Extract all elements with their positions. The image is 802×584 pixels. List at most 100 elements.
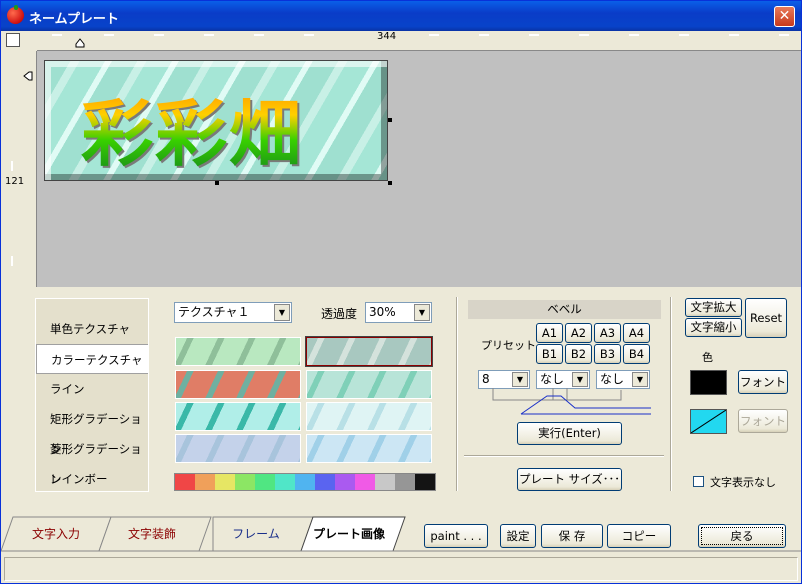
ruler-tick [779, 34, 789, 36]
save-button[interactable]: 保 存 [541, 524, 603, 548]
texture-swatch[interactable] [306, 434, 432, 463]
ruler-height-value: 121 [5, 176, 25, 187]
ruler-tick [304, 34, 314, 36]
opacity-select[interactable]: 30% ▼ [365, 302, 432, 323]
texture-select[interactable]: テクスチャ１ ▼ [174, 302, 292, 323]
bevel-style1-select[interactable]: なし ▼ [536, 370, 590, 389]
palette-color[interactable] [195, 474, 215, 490]
hide-text-checkbox[interactable] [693, 476, 704, 487]
diagonal-line-icon [690, 409, 727, 434]
execute-button[interactable]: 実行(Enter) [517, 422, 622, 445]
horizontal-ruler: 344 [37, 31, 801, 51]
tab-text-input[interactable]: 文字入力 [13, 517, 99, 551]
preset-button-a4[interactable]: A4 [623, 323, 650, 343]
copy-button[interactable]: コピー [607, 524, 671, 548]
ruler-marker-icon[interactable] [23, 71, 33, 81]
font-button-disabled: フォント [738, 409, 788, 433]
plate-size-button[interactable]: プレート サイズ･･･ [517, 468, 622, 491]
category-item-selected[interactable]: カラーテクスチャ [36, 344, 148, 374]
ruler-corner-toggle[interactable] [6, 33, 20, 47]
category-item[interactable]: 単色テクスチャ [36, 314, 148, 344]
resize-handle[interactable] [388, 181, 392, 185]
bevel-profile-graph [492, 388, 651, 415]
preview-canvas[interactable]: 彩彩畑 [37, 51, 801, 287]
texture-swatch[interactable] [306, 402, 432, 431]
separator [670, 297, 672, 491]
back-button[interactable]: 戻る [698, 524, 786, 548]
settings-button[interactable]: 設定 [500, 524, 536, 548]
palette-color[interactable] [355, 474, 375, 490]
ruler-tick [429, 34, 439, 36]
close-button[interactable]: ✕ [774, 6, 795, 27]
texture-swatch[interactable] [306, 370, 432, 399]
nameplate-preview[interactable]: 彩彩畑 [44, 60, 388, 181]
texture-swatch[interactable] [175, 337, 301, 366]
preset-button-a3[interactable]: A3 [594, 323, 621, 343]
palette-color[interactable] [395, 474, 415, 490]
palette-color[interactable] [375, 474, 395, 490]
tab-plate-image[interactable]: プレート画像 [305, 517, 393, 551]
palette-color[interactable] [335, 474, 355, 490]
texture-swatch[interactable] [175, 434, 301, 463]
window-title: ネームプレート [29, 12, 119, 27]
palette-color[interactable] [235, 474, 255, 490]
preset-button-a2[interactable]: A2 [565, 323, 592, 343]
preset-button-b2[interactable]: B2 [565, 344, 592, 364]
palette-color[interactable] [295, 474, 315, 490]
texture-swatch-selected[interactable] [305, 336, 433, 367]
palette-color[interactable] [175, 474, 195, 490]
opacity-label: 透過度 [321, 307, 358, 321]
title-bar[interactable]: ネームプレート ✕ [1, 1, 801, 31]
preset-button-b4[interactable]: B4 [623, 344, 650, 364]
resize-handle[interactable] [215, 181, 219, 185]
texture-swatch[interactable] [175, 402, 301, 431]
ruler-tick [11, 256, 13, 266]
ruler-tick [52, 34, 62, 36]
preset-button-b1[interactable]: B1 [536, 344, 563, 364]
bevel-size-select[interactable]: 8 ▼ [478, 370, 530, 389]
enlarge-text-button[interactable]: 文字拡大 [685, 298, 742, 317]
separator [464, 455, 664, 457]
palette-color[interactable] [275, 474, 295, 490]
ruler-tick [679, 34, 689, 36]
bevel-style2-select[interactable]: なし ▼ [596, 370, 650, 389]
bevel-style1-value: なし [540, 372, 565, 386]
chevron-down-icon[interactable]: ▼ [572, 372, 588, 387]
chevron-down-icon[interactable]: ▼ [414, 304, 430, 321]
palette-color[interactable] [315, 474, 335, 490]
preset-label: プリセット [481, 339, 536, 352]
resize-handle[interactable] [388, 118, 392, 122]
chevron-down-icon[interactable]: ▼ [512, 372, 528, 387]
palette-color[interactable] [415, 474, 435, 490]
chevron-down-icon[interactable]: ▼ [632, 372, 648, 387]
preset-button-a1[interactable]: A1 [536, 323, 563, 343]
category-item[interactable]: ライン [36, 374, 148, 404]
palette-color[interactable] [255, 474, 275, 490]
category-item[interactable]: レインボー [36, 464, 148, 494]
bevel-size-value: 8 [482, 372, 490, 386]
ruler-tick [104, 34, 114, 36]
reset-button[interactable]: Reset [745, 298, 787, 338]
tab-text-decoration[interactable]: 文字装飾 [107, 517, 197, 551]
category-item[interactable]: 矩形グラデーション [36, 404, 148, 456]
font-button[interactable]: フォント [738, 370, 788, 394]
palette-color[interactable] [215, 474, 235, 490]
tab-frame[interactable]: フレーム [213, 517, 299, 551]
ruler-tick [479, 34, 489, 36]
bevel-header: ベベル [468, 300, 661, 319]
shadow-color-swatch[interactable] [690, 409, 727, 434]
texture-swatch[interactable] [175, 370, 301, 399]
preset-button-b3[interactable]: B3 [594, 344, 621, 364]
text-color-swatch[interactable] [690, 370, 727, 395]
opacity-select-value: 30% [369, 305, 396, 319]
shrink-text-button[interactable]: 文字縮小 [685, 318, 742, 337]
hide-text-label: 文字表示なし [710, 476, 776, 489]
category-item[interactable]: 菱形グラデーション [36, 434, 148, 486]
ruler-tick [11, 161, 13, 171]
paint-button[interactable]: paint . . . [424, 524, 488, 548]
chevron-down-icon[interactable]: ▼ [274, 304, 290, 321]
ruler-marker-icon[interactable] [75, 38, 85, 48]
ruler-tick [529, 34, 539, 36]
ruler-tick [729, 34, 739, 36]
settings-panel: 単色テクスチャ カラーテクスチャ ライン 矩形グラデーション 菱形グラデーション… [1, 287, 801, 513]
